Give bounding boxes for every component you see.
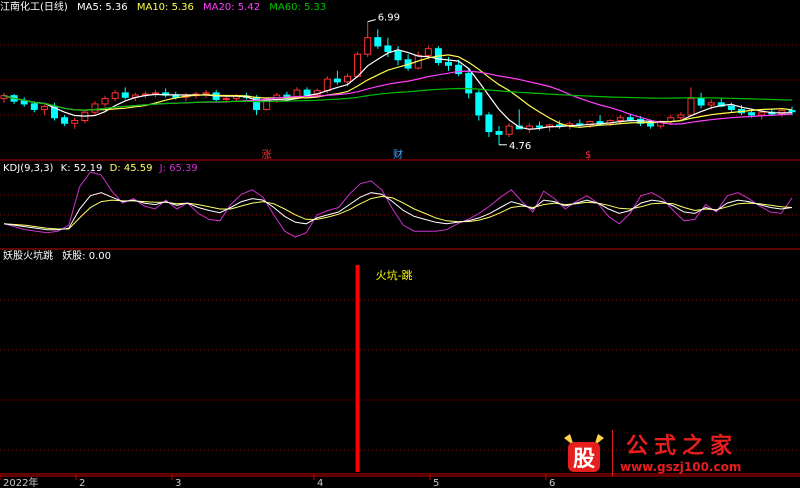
candle-body (30, 103, 38, 110)
candle-body (61, 117, 69, 124)
watermark-logo-icon: 股 (560, 432, 608, 476)
candle-body (364, 37, 372, 55)
watermark: 股 公式之家 www.gszj100.com (560, 428, 796, 482)
candle-body (596, 121, 604, 124)
ma10-line (3, 54, 793, 128)
candle-body (535, 125, 543, 128)
candle-body (697, 97, 705, 106)
candle-body (647, 122, 655, 127)
candle-body (222, 97, 230, 101)
watermark-url: www.gszj100.com (620, 460, 742, 474)
watermark-text: 公式之家 (626, 434, 739, 459)
high-price-label: 6.99 (378, 13, 400, 24)
event-marker: 涨 (262, 149, 272, 161)
x-tick-label: 5 (433, 478, 439, 488)
candle-body (333, 78, 341, 83)
ma20-value: MA20: 5.42 (203, 2, 261, 13)
signal-annotation: 火坑-跳 (376, 268, 413, 282)
stock-title: 江南化工(日线) (0, 2, 68, 13)
x-tick-label: 4 (317, 478, 323, 488)
high-price-pointer (367, 19, 376, 23)
price-legend: 江南化工(日线) MA5: 5.36 MA10: 5.36 MA20: 5.42… (0, 2, 326, 14)
candle-body (101, 97, 109, 105)
kdj-j-line (3, 171, 793, 238)
ma60-line (3, 87, 793, 111)
candle-body (374, 37, 382, 47)
candle-body (758, 111, 766, 116)
candle-body (91, 103, 99, 113)
candle-body (677, 114, 685, 119)
event-marker: 财 (393, 148, 403, 161)
candle-body (748, 112, 756, 116)
candle-body (394, 50, 402, 61)
candle-body (626, 117, 634, 120)
candle-body (303, 89, 311, 96)
candle-body (384, 45, 392, 52)
x-tick-label: 3 (175, 478, 181, 488)
indicator-label: 妖股火坑跳 (3, 251, 53, 262)
ma60-value: MA60: 5.33 (269, 2, 327, 13)
kdj-legend: KDJ(9,3,3) K: 52.19 D: 45.59 J: 65.39 (3, 163, 198, 175)
indicator-legend: 妖股火坑跳 妖股: 0.00 (3, 251, 111, 263)
candle-body (111, 92, 119, 99)
candle-body (687, 97, 695, 116)
candle-body (354, 53, 362, 77)
candle-body (20, 100, 28, 105)
candle-body (121, 92, 129, 98)
kdj-d-value: D: 45.59 (109, 163, 153, 174)
candle-body (343, 75, 351, 83)
signal-spike-bar (355, 265, 360, 472)
candle-body (445, 62, 453, 66)
watermark-logo-char: 股 (573, 447, 595, 472)
candle-body (505, 125, 513, 135)
kdj-k-value: K: 52.19 (60, 163, 103, 174)
candle-body (495, 131, 503, 135)
ma10-value: MA10: 5.36 (136, 2, 194, 13)
candle-body (323, 78, 331, 92)
chart-canvas[interactable]: 6.99 4.76 涨 财 $ 火坑-跳 2022年 2 3 4 5 6 (0, 0, 800, 488)
candle-body (616, 117, 624, 121)
candle-body (71, 119, 79, 124)
ma5-value: MA5: 5.36 (77, 2, 128, 13)
kdj-label: KDJ(9,3,3) (3, 163, 54, 174)
candle-body (40, 106, 48, 110)
candle-body (465, 73, 473, 94)
event-marker: $ (585, 150, 591, 161)
candle-body (485, 114, 493, 133)
candle-body (707, 102, 715, 106)
x-tick-label: 2022年 (3, 476, 38, 488)
candle-body (788, 110, 796, 113)
candle-body (202, 92, 210, 95)
x-tick-label: 6 (549, 478, 555, 488)
x-tick-label: 2 (79, 478, 85, 488)
candle-body (475, 92, 483, 116)
kdj-j-value: J: 65.39 (159, 163, 198, 174)
low-price-label: 4.76 (509, 141, 531, 152)
indicator-value: 妖股: 0.00 (62, 251, 112, 262)
candle-body (424, 48, 432, 56)
candle-body (727, 105, 735, 110)
